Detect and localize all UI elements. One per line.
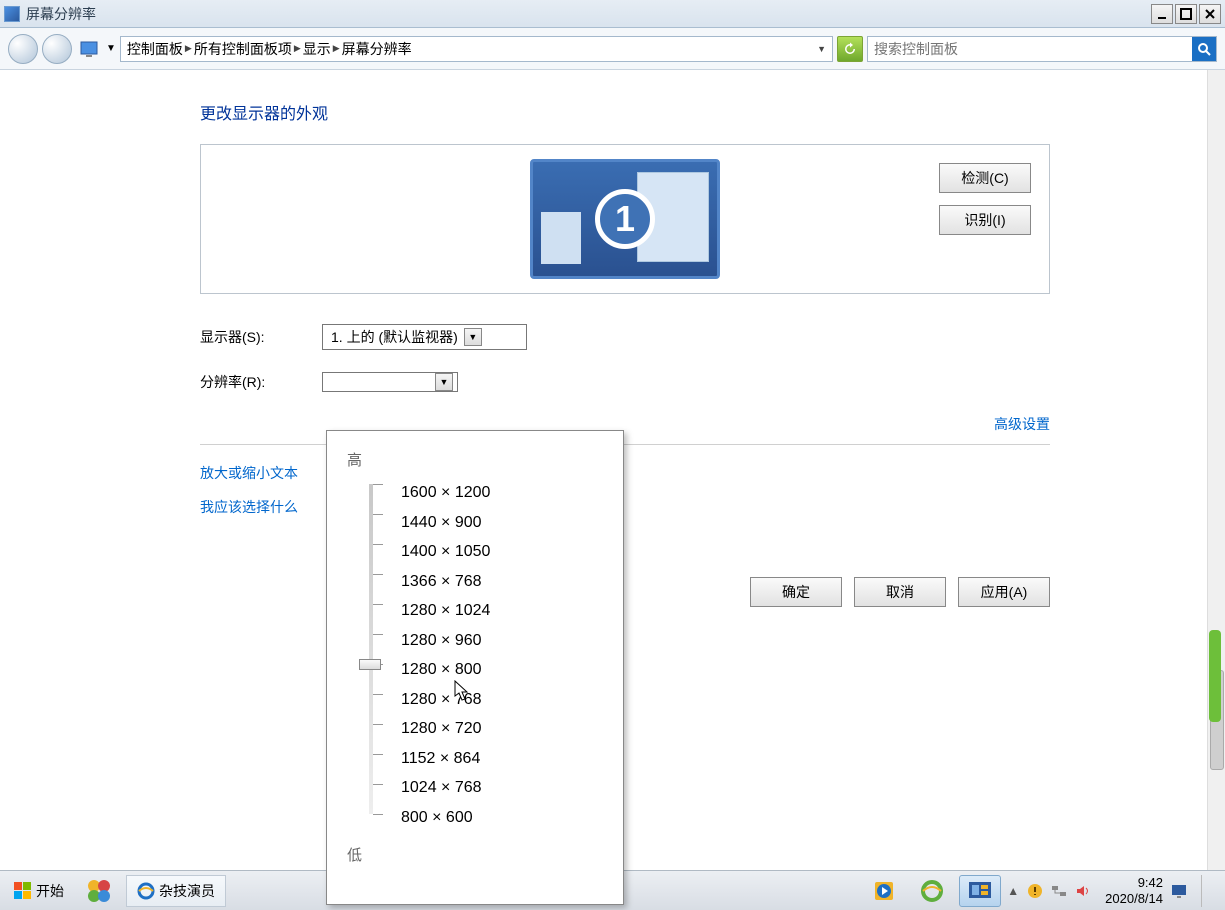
crumb-resolution[interactable]: 屏幕分辨率 [342, 39, 412, 59]
resolution-option[interactable]: 1280 × 768 [401, 691, 490, 713]
start-button[interactable]: 开始 [6, 875, 72, 907]
resolution-option[interactable]: 800 × 600 [401, 809, 490, 831]
close-button[interactable] [1199, 4, 1221, 24]
crumb-display[interactable]: 显示 [303, 39, 331, 59]
tray-volume-icon[interactable] [1075, 883, 1091, 899]
taskbar-media-player-icon[interactable] [863, 875, 905, 907]
ok-button[interactable]: 确定 [750, 577, 842, 607]
vertical-scrollbar[interactable] [1207, 70, 1225, 870]
monitor-preview[interactable]: 1 [530, 159, 720, 279]
resolution-option[interactable]: 1280 × 960 [401, 632, 490, 654]
resolution-option[interactable]: 1366 × 768 [401, 573, 490, 595]
resolution-option[interactable]: 1280 × 1024 [401, 602, 490, 624]
mouse-cursor-icon [454, 680, 470, 702]
window-title: 屏幕分辨率 [26, 4, 96, 24]
taskbar-ie-icon[interactable] [911, 875, 953, 907]
advanced-settings-link[interactable]: 高级设置 [994, 414, 1050, 434]
display-select[interactable]: 1. 上的 (默认监视器) ▼ [322, 324, 527, 350]
page-heading: 更改显示器的外观 [200, 100, 1050, 124]
search-button[interactable] [1192, 37, 1216, 61]
show-desktop-button[interactable] [1201, 875, 1215, 907]
resolution-option[interactable]: 1280 × 800 [401, 661, 490, 683]
address-dropdown-icon[interactable]: ▼ [817, 44, 826, 54]
resolution-option[interactable]: 1440 × 900 [401, 514, 490, 536]
window-icon [4, 6, 20, 22]
resolution-option[interactable]: 1280 × 720 [401, 720, 490, 742]
system-tray: ▲ 9:42 2020/8/14 [1007, 875, 1219, 907]
crumb-control-panel[interactable]: 控制面板 [127, 39, 183, 59]
display-label: 显示器(S): [200, 327, 322, 347]
window-controls [1151, 4, 1221, 24]
display-preview-box: 1 检测(C) 识别(I) [200, 144, 1050, 294]
tray-security-icon[interactable] [1027, 883, 1043, 899]
slider-high-label: 高 [347, 449, 603, 470]
ie-icon [137, 882, 155, 900]
resolution-option[interactable]: 1600 × 1200 [401, 484, 490, 506]
tray-monitor-icon[interactable] [1171, 883, 1187, 899]
address-bar[interactable]: 控制面板 ▶ 所有控制面板项 ▶ 显示 ▶ 屏幕分辨率 ▼ [120, 36, 833, 62]
resolution-dropdown-popup: 高 1600 × 1200 1440 × 900 1400 × 1050 1366 ×… [326, 430, 624, 905]
clock-date: 2020/8/14 [1105, 891, 1163, 907]
start-label: 开始 [36, 881, 64, 901]
refresh-button[interactable] [837, 36, 863, 62]
display-select-value: 1. 上的 (默认监视器) [331, 327, 458, 347]
tray-network-icon[interactable] [1051, 883, 1067, 899]
cancel-button[interactable]: 取消 [854, 577, 946, 607]
resolution-select[interactable]: ▼ [322, 372, 458, 392]
nav-bar: ▼ 控制面板 ▶ 所有控制面板项 ▶ 显示 ▶ 屏幕分辨率 ▼ [0, 28, 1225, 70]
scroll-indicator [1209, 630, 1221, 722]
taskbar-clock[interactable]: 9:42 2020/8/14 [1105, 875, 1163, 906]
taskbar-control-panel-icon[interactable] [959, 875, 1001, 907]
windows-logo-icon [14, 882, 32, 900]
slider-low-label: 低 [347, 844, 603, 865]
control-panel-icon [76, 37, 102, 61]
taskbar-item-label: 杂技演员 [159, 881, 215, 901]
resolution-label: 分辨率(R): [200, 372, 322, 392]
apply-button[interactable]: 应用(A) [958, 577, 1050, 607]
identify-button[interactable]: 识别(I) [939, 205, 1031, 235]
minimize-button[interactable] [1151, 4, 1173, 24]
taskbar-ie-item[interactable]: 杂技演员 [126, 875, 226, 907]
taskbar-app-1-icon[interactable] [78, 875, 120, 907]
search-box[interactable] [867, 36, 1217, 62]
monitor-number: 1 [595, 189, 655, 249]
clock-time: 9:42 [1105, 875, 1163, 891]
resolution-slider[interactable] [363, 484, 379, 814]
resolution-option[interactable]: 1024 × 768 [401, 779, 490, 801]
back-button[interactable] [8, 34, 38, 64]
breadcrumb-dropdown-icon[interactable]: ▼ [106, 43, 116, 54]
resolution-option[interactable]: 1152 × 864 [401, 750, 490, 772]
title-bar: 屏幕分辨率 [0, 0, 1225, 28]
tray-expand-icon[interactable]: ▲ [1007, 884, 1019, 898]
chevron-down-icon: ▼ [435, 373, 453, 391]
resolution-list: 1600 × 1200 1440 × 900 1400 × 1050 1366 × 7… [401, 484, 490, 830]
crumb-all-items[interactable]: 所有控制面板项 [194, 39, 292, 59]
slider-thumb[interactable] [359, 659, 381, 670]
chevron-down-icon: ▼ [464, 328, 482, 346]
search-input[interactable] [868, 41, 1192, 57]
detect-button[interactable]: 检测(C) [939, 163, 1031, 193]
forward-button[interactable] [42, 34, 72, 64]
resolution-option[interactable]: 1400 × 1050 [401, 543, 490, 565]
maximize-button[interactable] [1175, 4, 1197, 24]
